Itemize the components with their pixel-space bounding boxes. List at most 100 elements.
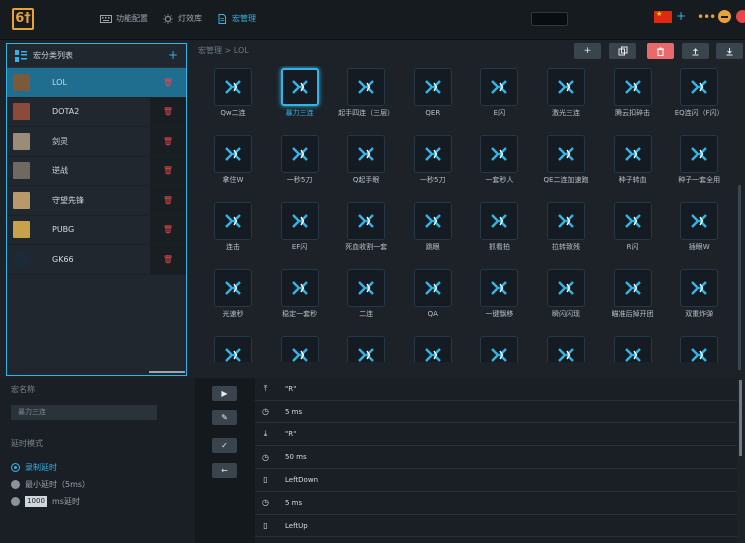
macro-category-item[interactable]: LOL 🗑 [7, 68, 186, 98]
event-list-scrollbar[interactable] [739, 380, 742, 456]
add-macro-button[interactable]: + [574, 43, 601, 59]
macro-category-item[interactable]: PUBG 🗑 [7, 215, 186, 245]
macro-tile[interactable]: 一秒5刀 [398, 133, 468, 199]
event-row[interactable]: ◷ 5 ms [255, 401, 737, 424]
macro-tile[interactable]: 起手四连（三层） [331, 66, 401, 132]
macro-tile[interactable]: QE二连加速跑 [531, 133, 601, 199]
macro-tile[interactable]: EQ连闪（F闪） [664, 66, 734, 132]
radio-record-delay[interactable]: 录制延时 [11, 462, 57, 473]
event-row[interactable]: ⤓ "R" [255, 424, 737, 447]
macro-tile[interactable]: QER [398, 66, 468, 132]
trash-icon[interactable]: 🗑 [150, 97, 186, 126]
macro-category-item[interactable]: 剑灵 🗑 [7, 127, 186, 157]
macro-tile[interactable]: 拿住W [198, 133, 268, 199]
category-thumbnail [13, 221, 30, 239]
radio-dot [11, 463, 20, 472]
macro-category-item[interactable]: DOTA2 🗑 [7, 97, 186, 127]
event-row[interactable]: ◷ 50 ms [255, 446, 737, 469]
macro-icon [680, 68, 719, 106]
macro-tile[interactable] [265, 334, 335, 362]
macro-tile[interactable]: 腾云扣碎击 [598, 66, 668, 132]
minimize-button[interactable] [718, 10, 731, 23]
event-row[interactable]: ⤒ "R" [255, 378, 737, 401]
macro-tile[interactable]: 跳眼 [398, 200, 468, 266]
macro-category-item[interactable]: 逆战 🗑 [7, 156, 186, 186]
macro-category-item[interactable]: 守望先锋 🗑 [7, 186, 186, 216]
macro-tile[interactable]: 一秒5刀 [265, 133, 335, 199]
delete-macro-button[interactable] [647, 43, 674, 59]
event-row[interactable]: ▯ LeftUp [255, 515, 737, 538]
macro-tile[interactable] [664, 334, 734, 362]
macro-tile[interactable]: 一套秒人 [464, 133, 534, 199]
trash-icon[interactable]: 🗑 [150, 127, 186, 156]
macro-tile[interactable] [464, 334, 534, 362]
copy-macro-button[interactable] [609, 43, 636, 59]
macro-tile[interactable] [398, 334, 468, 362]
macro-label: QE二连加速跑 [543, 176, 589, 184]
macro-tile[interactable]: 暴力三连 [265, 66, 335, 132]
download-icon [726, 47, 733, 55]
radio-min-delay[interactable]: 最小延时（5ms） [11, 479, 90, 490]
macro-tile[interactable]: 瞬闪闪现 [531, 267, 601, 333]
add-category-button[interactable]: + [168, 48, 178, 62]
confirm-button[interactable]: ✓ [212, 438, 237, 453]
export-button[interactable] [682, 43, 709, 59]
close-button[interactable] [736, 10, 745, 23]
macro-category-item[interactable]: GK66 🗑 [7, 245, 186, 275]
macro-icon [613, 135, 652, 173]
macro-tile[interactable]: E闪 [464, 66, 534, 132]
import-button[interactable] [716, 43, 743, 59]
event-row[interactable]: ◷ 5 ms [255, 492, 737, 515]
macro-icon [413, 336, 452, 362]
macro-tile[interactable]: 种子一套全用 [664, 133, 734, 199]
macro-tile[interactable]: 连击 [198, 200, 268, 266]
back-button[interactable]: ← [212, 463, 237, 478]
nav-function-config[interactable]: 功能配置 [100, 13, 148, 24]
plus-icon[interactable]: + [676, 9, 686, 23]
macro-tile[interactable]: Q起手眼 [331, 133, 401, 199]
macro-tile[interactable]: R闪 [598, 200, 668, 266]
trash-icon[interactable]: 🗑 [150, 186, 186, 215]
radio-fixed-delay[interactable]: 1000 ms延时 [11, 496, 80, 507]
macro-tile[interactable] [331, 334, 401, 362]
category-thumbnail [13, 103, 30, 121]
macro-tile[interactable]: 激光三连 [531, 66, 601, 132]
list-icon [15, 49, 27, 62]
macro-tile[interactable]: 二连 [331, 267, 401, 333]
macro-tile[interactable]: 拉转致残 [531, 200, 601, 266]
macro-tile[interactable] [198, 334, 268, 362]
horizontal-scrollbar[interactable] [149, 371, 185, 373]
edit-button[interactable]: ✎ [212, 410, 237, 425]
macro-tile[interactable]: 稳定一套秒 [265, 267, 335, 333]
trash-icon[interactable]: 🗑 [150, 215, 186, 244]
vertical-scrollbar[interactable] [738, 185, 741, 370]
macro-tile[interactable]: EF闪 [265, 200, 335, 266]
macro-tile[interactable]: 瞄准后掉开团 [598, 267, 668, 333]
play-button[interactable]: ▶ [212, 386, 237, 401]
macro-tile[interactable] [531, 334, 601, 362]
trash-icon[interactable]: 🗑 [150, 156, 186, 185]
sun-icon [163, 13, 173, 24]
trash-icon[interactable]: 🗑 [150, 68, 186, 97]
device-keyboard-thumbnail[interactable] [531, 12, 568, 26]
macro-tile[interactable]: 一键飘移 [464, 267, 534, 333]
macro-tile[interactable]: 抓看拍 [464, 200, 534, 266]
macro-tile[interactable]: 种子转血 [598, 133, 668, 199]
trash-icon[interactable]: 🗑 [150, 245, 186, 274]
macro-tile[interactable]: 插眼W [664, 200, 734, 266]
macro-label: 连击 [226, 243, 240, 251]
macro-tile[interactable]: Qw二连 [198, 66, 268, 132]
macro-tile[interactable] [598, 334, 668, 362]
macro-tile[interactable]: 死血收割一套 [331, 200, 401, 266]
delay-ms-input[interactable]: 1000 [25, 496, 47, 507]
macro-tile[interactable]: 双重炸弹 [664, 267, 734, 333]
more-icon[interactable]: ••• [697, 10, 716, 24]
nav-light-library[interactable]: 灯效库 [162, 13, 202, 24]
macro-tile[interactable]: 光速秒 [198, 267, 268, 333]
document-icon [218, 13, 226, 24]
macro-tile[interactable]: QA [398, 267, 468, 333]
macro-name-input[interactable]: 暴力三连 [11, 405, 157, 420]
china-flag-icon[interactable] [654, 10, 672, 23]
event-row[interactable]: ▯ LeftDown [255, 469, 737, 492]
nav-macro-manager[interactable]: 宏管理 [216, 13, 256, 24]
